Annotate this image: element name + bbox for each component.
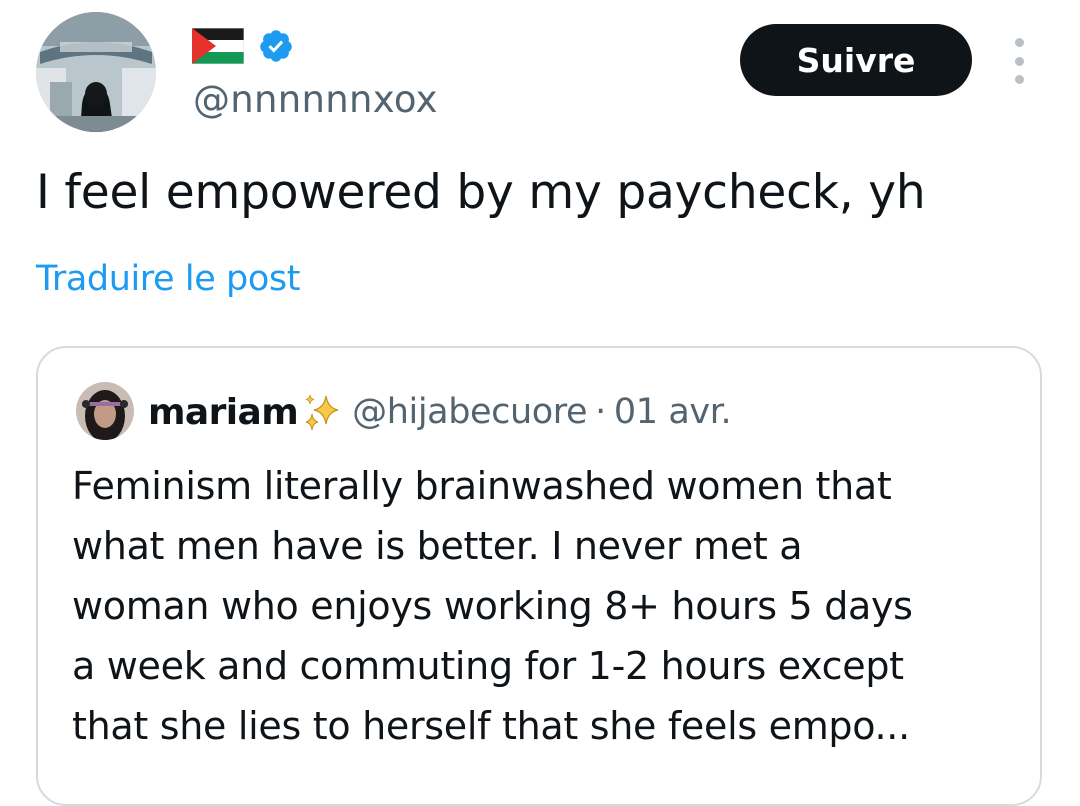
post-text: I feel empowered by my paycheck, yh	[36, 165, 926, 220]
author-handle[interactable]: @nnnnnnxox	[193, 76, 438, 124]
follow-button[interactable]: Suivre	[740, 24, 972, 96]
separator-dot: ·	[595, 392, 606, 432]
quoted-post-date[interactable]: 01 avr.	[614, 392, 732, 432]
author-name-row	[192, 26, 294, 66]
quoted-text-line: that she lies to herself that she feels …	[72, 704, 910, 748]
quoted-author-name[interactable]: mariam	[148, 392, 299, 433]
quoted-post-header: mariam @hijabecuore · 01 avr.	[148, 388, 732, 436]
author-avatar[interactable]	[36, 12, 156, 132]
quoted-text-line: Feminism literally brainwashed women tha…	[72, 464, 892, 508]
quoted-post-text: Feminism literally brainwashed women tha…	[72, 456, 1022, 756]
verified-badge-icon	[260, 30, 292, 62]
translate-post-link[interactable]: Traduire le post	[36, 256, 300, 302]
sparkles-icon	[305, 394, 339, 431]
quoted-author-handle[interactable]: @hijabecuore	[352, 392, 587, 432]
quoted-text-line: what men have is better. I never met a	[72, 524, 803, 568]
palestine-flag-icon	[192, 28, 244, 64]
quoted-text-line: woman who enjoys working 8+ hours 5 days	[72, 584, 913, 628]
quoted-author-avatar[interactable]	[76, 382, 134, 440]
quoted-post-card[interactable]: mariam @hijabecuore · 01 avr. Feminism l…	[36, 346, 1042, 806]
more-vertical-icon[interactable]	[1004, 38, 1034, 84]
quoted-text-line: a week and commuting for 1-2 hours excep…	[72, 644, 904, 688]
